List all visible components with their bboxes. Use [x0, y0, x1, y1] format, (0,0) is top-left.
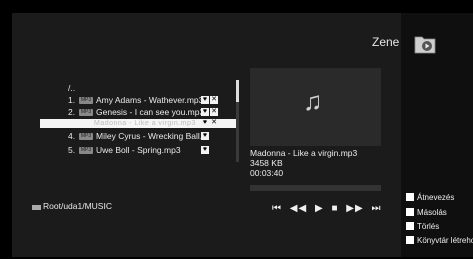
list-item[interactable]: 5. MP3 Uwe Boll - Spring.mp3 ♥ — [52, 144, 237, 157]
page-title: Zene — [372, 35, 400, 49]
mp3-icon: MP3 — [79, 147, 93, 154]
color-key-icon — [406, 222, 414, 230]
selected-item-label: Madonna - Like a virgin.mp3 — [94, 120, 196, 127]
menu-item-delete[interactable]: Törlés — [406, 222, 439, 231]
color-key-icon — [406, 208, 414, 216]
track-size: 3458 KB — [250, 158, 283, 168]
heart-icon[interactable]: ♥ — [201, 119, 209, 127]
stop-icon[interactable]: ■ — [331, 203, 338, 214]
fast-forward-icon[interactable]: ▶▶ — [346, 203, 363, 214]
delete-icon[interactable]: ✕ — [210, 119, 218, 127]
track-duration: 00:03:40 — [250, 168, 284, 178]
heart-icon[interactable]: ♥ — [201, 132, 209, 140]
playback-progress-bar[interactable] — [250, 185, 381, 191]
heart-icon[interactable]: ♥ — [201, 146, 209, 154]
play-icon[interactable]: ▶ — [315, 203, 324, 214]
track-title: Madonna - Like a virgin.mp3 — [250, 148, 358, 158]
current-path: Root/uda1/MUSIC — [43, 201, 112, 211]
list-item[interactable]: 4. MP3 Miley Cyrus - Wrecking Ball. ♥ — [52, 130, 237, 143]
heart-icon[interactable]: ♥ — [201, 96, 209, 104]
right-sidebar — [401, 13, 473, 257]
scrollbar-thumb[interactable] — [236, 80, 239, 102]
menu-item-create-folder[interactable]: Könyvtár létreho — [406, 236, 473, 245]
color-key-icon — [406, 236, 414, 244]
rewind-icon[interactable]: ◀◀ — [290, 203, 307, 214]
transport-controls: ⏮ ◀◀ ▶ ■ ▶▶ ⏭ — [272, 203, 385, 214]
menu-item-rename[interactable]: Átnevezés — [406, 193, 454, 202]
mp3-icon: MP3 — [79, 133, 93, 140]
previous-track-icon[interactable]: ⏮ — [272, 203, 282, 214]
color-key-icon — [406, 193, 414, 201]
music-note-icon: ♫ — [303, 86, 323, 116]
heart-icon[interactable]: ♥ — [201, 108, 209, 116]
menu-item-copy[interactable]: Másolás — [406, 208, 447, 217]
delete-icon[interactable]: ✕ — [210, 108, 218, 116]
list-item[interactable]: 2. MP3 Genesis - I can see you.mp3 ♥ ✕ — [52, 106, 237, 119]
delete-icon[interactable]: ✕ — [210, 96, 218, 104]
mp3-icon: MP3 — [79, 97, 93, 104]
mp3-icon: MP3 — [79, 109, 93, 116]
storage-icon — [32, 205, 41, 210]
next-track-icon[interactable]: ⏭ — [371, 203, 381, 214]
music-folder-icon — [414, 36, 436, 54]
